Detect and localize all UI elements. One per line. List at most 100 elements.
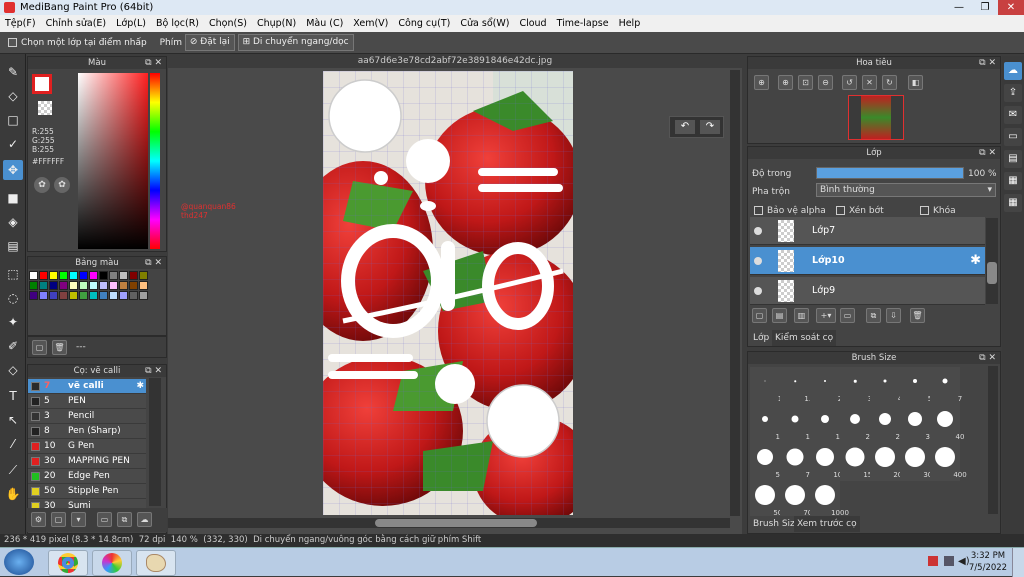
palette-swatch[interactable] <box>79 271 88 280</box>
palette-swatch[interactable] <box>49 271 58 280</box>
clock-date[interactable]: 7/5/2022 <box>966 563 1010 573</box>
horizontal-scroll-thumb[interactable] <box>375 519 537 527</box>
fit-window-icon[interactable]: ⊡ <box>798 75 813 90</box>
canvas-vertical-scrollbar[interactable] <box>730 70 740 516</box>
background-color[interactable] <box>38 101 52 115</box>
palette-swatch[interactable] <box>119 271 128 280</box>
delete-color-icon[interactable]: 🗑 <box>52 340 67 355</box>
palette-swatch[interactable] <box>69 291 78 300</box>
brush-size-cell[interactable]: 25 <box>870 405 904 443</box>
palette-swatch[interactable] <box>79 291 88 300</box>
protect-alpha-checkbox[interactable]: Bảo vệ alpha <box>754 206 826 216</box>
palette-swatch[interactable] <box>99 291 108 300</box>
text-tool-icon[interactable]: T <box>3 386 23 406</box>
brush-size-cell[interactable]: 1 <box>750 367 782 405</box>
medibang-icon[interactable] <box>92 550 132 576</box>
select-pen-icon[interactable]: ✐ <box>3 336 23 356</box>
brush-size-cell[interactable]: 3 <box>840 367 872 405</box>
panel-close-icon[interactable]: ⧉ ✕ <box>145 57 162 69</box>
brush-size-cell[interactable]: 150 <box>840 443 877 481</box>
magic-wand-icon[interactable]: ✦ <box>3 312 23 332</box>
menu-item[interactable]: Bộ lọc(R) <box>151 15 204 32</box>
brush-size-cell[interactable]: 7 <box>930 367 962 405</box>
select-rect-icon[interactable]: ⬚ <box>3 264 23 284</box>
delete-layer-icon[interactable]: 🗑 <box>910 308 925 323</box>
menu-item[interactable]: Time-lapse <box>552 15 614 32</box>
brush-size-cell[interactable]: 300 <box>900 443 937 481</box>
chat-icon[interactable]: ✉ <box>1004 106 1022 124</box>
palette-swatch[interactable] <box>89 291 98 300</box>
fill-rect-icon[interactable]: ■ <box>3 188 23 208</box>
tab-layer[interactable]: Lớp <box>750 330 773 346</box>
visibility-eye-icon[interactable] <box>754 287 762 295</box>
brush-folder-icon[interactable]: ▭ <box>97 512 112 527</box>
tab-brush-preview[interactable]: Xem trước cọ <box>794 516 860 532</box>
minimize-button[interactable]: — <box>946 0 972 15</box>
menu-item[interactable]: Xem(V) <box>348 15 393 32</box>
palette-swatch[interactable] <box>129 291 138 300</box>
palette-swatch[interactable] <box>79 281 88 290</box>
brush-settings-icon[interactable]: ⚙ <box>31 512 46 527</box>
clock-time[interactable]: 3:32 PM <box>968 551 1008 561</box>
layer-row[interactable]: Lớp7 <box>750 217 985 245</box>
brush-size-cell[interactable]: 700 <box>780 481 817 519</box>
undo-icon[interactable]: ↶ <box>675 120 695 134</box>
palette-swatch[interactable] <box>109 291 118 300</box>
palette-swatch[interactable] <box>129 281 138 290</box>
layer-list-scrollbar[interactable] <box>986 218 998 304</box>
palette-swatch[interactable] <box>59 281 68 290</box>
layer-row[interactable]: Lớp9 <box>750 277 985 305</box>
foreground-color[interactable] <box>32 74 52 94</box>
palette-swatch[interactable] <box>119 291 128 300</box>
brush-size-cell[interactable]: 30 <box>900 405 934 443</box>
rectangle-tool-icon[interactable]: □ <box>3 110 23 130</box>
divide-panel-icon[interactable]: ⟋ <box>3 460 23 480</box>
saturation-value-picker[interactable] <box>78 73 148 249</box>
brush-size-scrollbar[interactable] <box>988 366 998 514</box>
add-brush-icon[interactable]: ▾ <box>71 512 86 527</box>
brush-size-cell[interactable]: 20 <box>840 405 874 443</box>
new-brush-icon[interactable]: ▢ <box>51 512 66 527</box>
materials-icon[interactable]: ▦ <box>1004 172 1022 190</box>
select-eraser-icon[interactable]: ◇ <box>3 360 23 380</box>
color-wheel-icon[interactable]: ✿ <box>34 177 50 193</box>
cloud-brush-icon[interactable]: ☁ <box>137 512 152 527</box>
palette-swatch[interactable] <box>139 271 148 280</box>
palette-swatch[interactable] <box>99 281 108 290</box>
visibility-eye-icon[interactable] <box>754 257 762 265</box>
brush-size-cell[interactable]: 10 <box>750 405 784 443</box>
rotate-left-icon[interactable]: ↺ <box>842 75 857 90</box>
menu-item[interactable]: Lớp(L) <box>111 15 151 32</box>
brush-item[interactable]: 8 Pen (Sharp) <box>28 424 146 439</box>
brush-item[interactable]: 7 vẽ calli ✱ <box>28 379 146 394</box>
menu-item[interactable]: Chụp(N) <box>252 15 301 32</box>
brush-item[interactable]: 3 Pencil <box>28 409 146 424</box>
palette-swatch[interactable] <box>99 271 108 280</box>
visibility-eye-icon[interactable] <box>754 227 762 235</box>
brush-size-cell[interactable]: 1.5 <box>780 367 816 405</box>
tray-flag-icon[interactable] <box>928 556 938 566</box>
gear-icon[interactable]: ✱ <box>136 379 144 394</box>
panel-close-icon[interactable]: ⧉ ✕ <box>145 257 162 269</box>
paint-icon[interactable] <box>136 550 176 576</box>
grid-icon[interactable]: ▦ <box>1004 194 1022 212</box>
panel-close-icon[interactable]: ⧉ ✕ <box>145 365 162 377</box>
palette-swatch[interactable] <box>89 281 98 290</box>
color-palette-icon[interactable]: ✿ <box>54 177 70 193</box>
brush-size-cell[interactable]: 1000 <box>810 481 849 519</box>
palette-swatch[interactable] <box>139 291 148 300</box>
lock-checkbox[interactable]: Khóa <box>920 206 956 216</box>
palette-swatch[interactable] <box>59 291 68 300</box>
start-button-icon[interactable] <box>4 549 34 575</box>
add-layer-dropdown-icon[interactable]: +▾ <box>816 308 836 323</box>
duplicate-layer-icon[interactable]: ⧉ <box>866 308 881 323</box>
eyedropper-icon[interactable]: ⁄ <box>3 434 23 454</box>
brush-size-cell[interactable]: 2 <box>810 367 842 405</box>
move-tool-icon[interactable]: ✥ <box>3 160 23 180</box>
palette-swatch[interactable] <box>119 281 128 290</box>
dot-pen-icon[interactable]: ✓ <box>3 134 23 154</box>
move-horizontal-vertical-button[interactable]: ⊞ Di chuyển ngang/dọc <box>237 34 354 51</box>
menu-item[interactable]: Cloud <box>514 15 551 32</box>
hue-slider[interactable] <box>150 73 160 249</box>
panel-close-icon[interactable]: ⧉ ✕ <box>979 352 996 364</box>
